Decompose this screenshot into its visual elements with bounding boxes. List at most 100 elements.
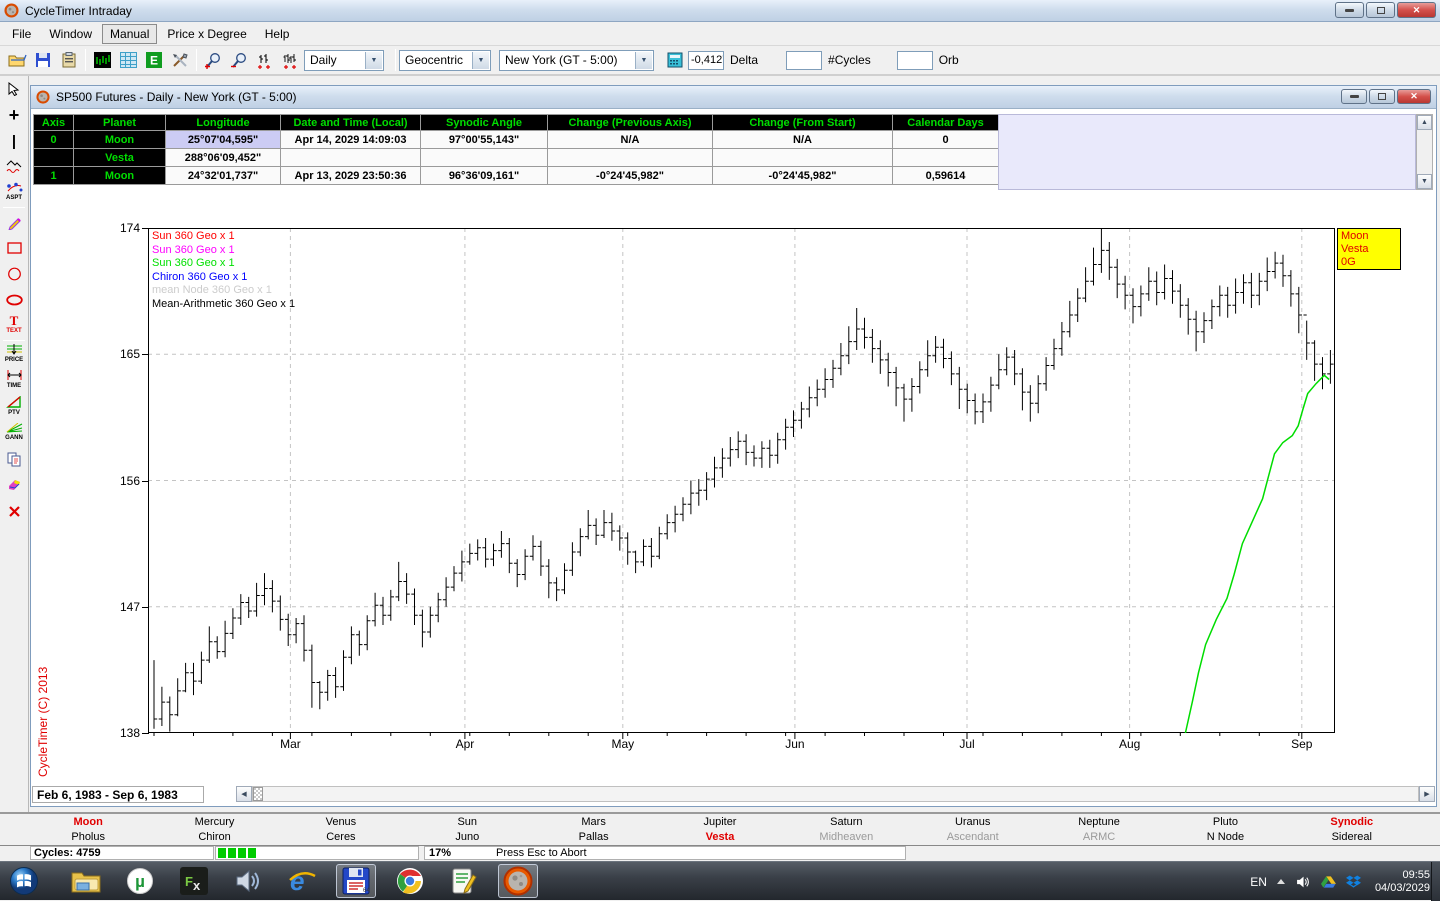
chevron-down-icon[interactable]: ▼ — [472, 52, 489, 69]
calculator-button[interactable] — [662, 48, 688, 72]
show-hidden-icons[interactable] — [1277, 879, 1285, 884]
wave-tool[interactable] — [0, 154, 28, 180]
centric-combo[interactable]: Geocentric▼ — [399, 50, 491, 71]
chevron-down-icon[interactable]: ▼ — [635, 52, 652, 69]
timezone-combo[interactable]: New York (GT - 5:00)▼ — [499, 50, 654, 71]
table-cell: Moon — [74, 131, 166, 149]
delta-input[interactable]: -0,4127 — [688, 51, 724, 70]
restore-button[interactable] — [1366, 2, 1395, 18]
planet-neptune[interactable]: Neptune — [1036, 815, 1162, 830]
planet-mars[interactable]: Mars — [530, 815, 656, 830]
chart-view-button[interactable] — [89, 48, 115, 72]
planet-n-node[interactable]: N Node — [1162, 830, 1288, 845]
start-button[interactable] — [4, 864, 44, 898]
chevron-down-icon[interactable]: ▼ — [365, 52, 382, 69]
num-cycles-input[interactable] — [786, 51, 822, 70]
circle-tool[interactable] — [0, 261, 28, 287]
planet-juno[interactable]: Juno — [404, 830, 530, 845]
text-tool[interactable]: TTEXT — [0, 313, 28, 339]
crosshair-tool[interactable]: + — [0, 102, 28, 128]
scrollbar-thumb[interactable] — [253, 787, 263, 801]
table-scrollbar[interactable]: ▲ ▼ — [1416, 114, 1433, 190]
ellipse-tool[interactable] — [0, 287, 28, 313]
ptv-tool[interactable]: PTV — [0, 394, 28, 420]
chrome-icon[interactable] — [390, 864, 430, 898]
cycletimer-app-icon[interactable] — [498, 864, 538, 898]
menu-help[interactable]: Help — [257, 24, 298, 44]
planet-pholus[interactable]: Pholus — [25, 830, 151, 845]
pointer-tool[interactable] — [0, 76, 28, 102]
menu-file[interactable]: File — [4, 24, 39, 44]
table-view-button[interactable] — [115, 48, 141, 72]
planet-mercury[interactable]: Mercury — [151, 815, 277, 830]
clipboard-button[interactable] — [56, 48, 82, 72]
open-button[interactable] — [4, 48, 30, 72]
planet-moon[interactable]: Moon — [25, 815, 151, 830]
add-bars-button[interactable] — [252, 48, 278, 72]
planet-ascendant[interactable]: Ascendant — [910, 830, 1036, 845]
close-button[interactable]: ✕ — [1397, 2, 1436, 18]
gdrive-tray-icon[interactable] — [1321, 875, 1336, 889]
show-desktop-button[interactable] — [1431, 862, 1440, 901]
internet-explorer-icon[interactable]: e — [282, 864, 322, 898]
utorrent-icon[interactable]: µ — [120, 864, 160, 898]
main-toolbar: E Daily▼ Geocentric▼ New York (GT - 5:00… — [0, 46, 1440, 76]
close-button[interactable]: ✕ — [1397, 89, 1431, 104]
save-button[interactable] — [30, 48, 56, 72]
ephemeris-button[interactable]: E — [141, 48, 167, 72]
zoom-out-button[interactable] — [226, 48, 252, 72]
language-indicator[interactable]: EN — [1250, 875, 1267, 889]
delete-tool[interactable] — [0, 498, 28, 524]
zoom-in-button[interactable] — [200, 48, 226, 72]
planet-ceres[interactable]: Ceres — [278, 830, 404, 845]
planet-venus[interactable]: Venus — [278, 815, 404, 830]
menu-manual[interactable]: Manual — [102, 24, 157, 44]
save-app-icon[interactable]: 64 — [336, 864, 376, 898]
minimize-button[interactable] — [1335, 2, 1364, 18]
minimize-button[interactable] — [1341, 89, 1367, 104]
rectangle-tool[interactable] — [0, 235, 28, 261]
planet-pluto[interactable]: Pluto — [1162, 815, 1288, 830]
explorer-icon[interactable] — [66, 864, 106, 898]
copy-tool[interactable] — [0, 446, 28, 472]
planet-saturn[interactable]: Saturn — [783, 815, 909, 830]
menu-window[interactable]: Window — [41, 24, 100, 44]
maximize-button[interactable] — [1369, 89, 1395, 104]
price-chart[interactable] — [148, 228, 1335, 741]
planet-midheaven[interactable]: Midheaven — [783, 830, 909, 845]
notes-editor-icon[interactable] — [444, 864, 484, 898]
planet-jupiter[interactable]: Jupiter — [657, 815, 783, 830]
orb-input[interactable] — [897, 51, 933, 70]
pencil-tool[interactable] — [0, 209, 28, 235]
aspect-tool[interactable]: ASPT — [0, 180, 28, 206]
volume-mixer-icon[interactable] — [228, 864, 268, 898]
scroll-down-icon[interactable]: ▼ — [1417, 174, 1432, 189]
price-tool[interactable]: PRICE — [0, 342, 28, 368]
price-label: PRICE — [5, 355, 23, 366]
planet-armc[interactable]: ARMC — [1036, 830, 1162, 845]
planet-sidereal[interactable]: Sidereal — [1289, 830, 1415, 845]
scroll-up-icon[interactable]: ▲ — [1417, 115, 1432, 130]
planet-synodic[interactable]: Synodic — [1289, 815, 1415, 830]
scroll-left-icon[interactable]: ◀ — [236, 786, 252, 802]
period-combo[interactable]: Daily▼ — [304, 50, 384, 71]
chart-window-titlebar[interactable]: SP500 Futures - Daily - New York (GT - 5… — [31, 86, 1436, 109]
planet-chiron[interactable]: Chiron — [151, 830, 277, 845]
chart-h-scrollbar[interactable] — [252, 786, 1419, 802]
gann-tool[interactable]: GANN — [0, 420, 28, 446]
scroll-right-icon[interactable]: ▶ — [1419, 786, 1435, 802]
volume-tray-icon[interactable] — [1295, 875, 1311, 889]
planet-pallas[interactable]: Pallas — [530, 830, 656, 845]
clock[interactable]: 09:55 04/03/2029 — [1375, 869, 1430, 895]
tools-button[interactable] — [167, 48, 193, 72]
planet-vesta[interactable]: Vesta — [657, 830, 783, 845]
time-tool[interactable]: TIME — [0, 368, 28, 394]
menu-price-x-degree[interactable]: Price x Degree — [159, 24, 254, 44]
vertical-line-tool[interactable]: | — [0, 128, 28, 154]
notes-tool[interactable] — [0, 472, 28, 498]
add-dense-bars-button[interactable] — [278, 48, 304, 72]
planet-uranus[interactable]: Uranus — [910, 815, 1036, 830]
dropbox-tray-icon[interactable] — [1346, 875, 1361, 889]
fxcm-icon[interactable]: Fx — [174, 864, 214, 898]
planet-sun[interactable]: Sun — [404, 815, 530, 830]
